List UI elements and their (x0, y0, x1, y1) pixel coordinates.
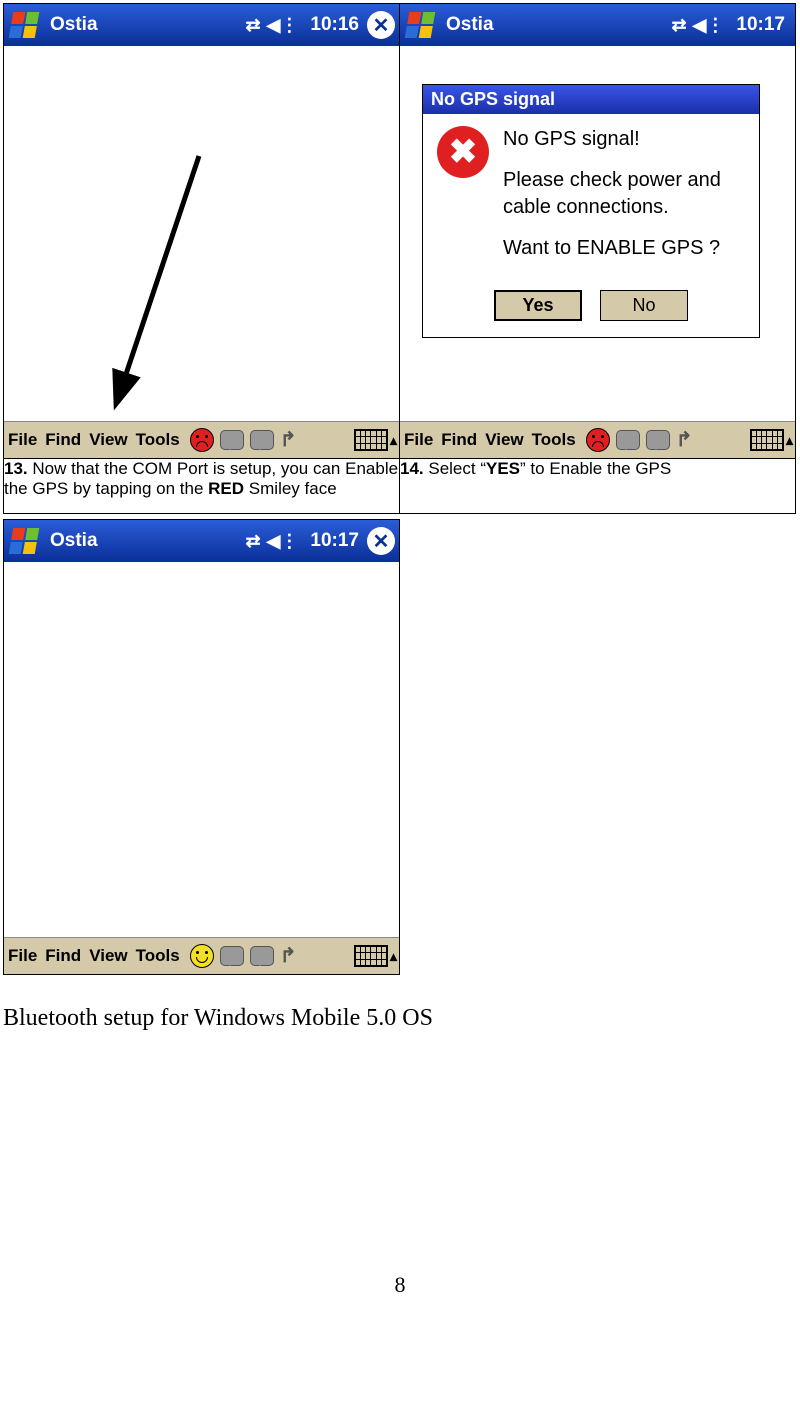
windows-flag-icon[interactable] (404, 8, 440, 42)
volume-icon[interactable]: ◀⋮ (693, 16, 725, 34)
menu-view[interactable]: View (483, 430, 525, 450)
connectivity-icon[interactable]: ⇄ (245, 532, 260, 550)
ppc-titlebar: Ostia ⇄ ◀⋮ 10:17 (400, 4, 795, 46)
menu-find[interactable]: Find (43, 430, 83, 450)
step-13-caption: 13. Now that the COM Port is setup, you … (4, 459, 400, 514)
sip-keyboard-icon[interactable] (750, 429, 784, 451)
pointer-arrow-icon (109, 146, 229, 416)
speech-bubble-icon[interactable] (220, 430, 244, 450)
no-gps-dialog: No GPS signal ✖ No GPS signal! Please ch… (422, 84, 760, 338)
app-title: Ostia (50, 530, 245, 552)
close-icon[interactable]: ✕ (367, 527, 395, 555)
volume-icon[interactable]: ◀⋮ (267, 16, 299, 34)
menu-find[interactable]: Find (439, 430, 479, 450)
speech-bubble-icon[interactable] (250, 430, 274, 450)
gps-status-smiley-icon[interactable] (190, 428, 214, 452)
step-14-caption: 14. Select “YES” to Enable the GPS (400, 459, 796, 514)
menu-tools[interactable]: Tools (134, 946, 182, 966)
app-title: Ostia (446, 14, 671, 36)
bottom-toolbar: File Find View Tools ↱ ▴ (4, 421, 399, 458)
connectivity-icon[interactable]: ⇄ (245, 16, 260, 34)
connectivity-icon[interactable]: ⇄ (671, 16, 686, 34)
volume-icon[interactable]: ◀⋮ (267, 532, 299, 550)
menu-view[interactable]: View (87, 946, 129, 966)
menu-tools[interactable]: Tools (134, 430, 182, 450)
turn-arrow-icon[interactable]: ↱ (676, 430, 696, 450)
menu-view[interactable]: View (87, 430, 129, 450)
close-icon[interactable]: ✕ (367, 11, 395, 39)
step-14-screenshot: Ostia ⇄ ◀⋮ 10:17 No GPS signal ✖ No GPS … (400, 4, 796, 459)
no-button[interactable]: No (600, 290, 688, 321)
clock[interactable]: 10:16 (304, 14, 365, 36)
ppc-titlebar: Ostia ⇄ ◀⋮ 10:16 ✕ (4, 4, 399, 46)
step-15-screenshot: Ostia ⇄ ◀⋮ 10:17 ✕ File Find View Tools … (3, 519, 400, 975)
speech-bubble-icon[interactable] (220, 946, 244, 966)
map-area[interactable] (4, 562, 399, 937)
map-area[interactable]: No GPS signal ✖ No GPS signal! Please ch… (400, 46, 795, 421)
bottom-toolbar: File Find View Tools ↱ ▴ (4, 937, 399, 974)
clock[interactable]: 10:17 (730, 14, 791, 36)
menu-file[interactable]: File (402, 430, 435, 450)
windows-flag-icon[interactable] (8, 524, 44, 558)
menu-file[interactable]: File (6, 430, 39, 450)
clock[interactable]: 10:17 (304, 530, 365, 552)
map-area[interactable] (4, 46, 399, 421)
sip-arrow-icon[interactable]: ▴ (390, 432, 397, 449)
page-number: 8 (0, 1272, 800, 1298)
dialog-message: No GPS signal! Please check power and ca… (503, 126, 745, 276)
windows-flag-icon[interactable] (8, 8, 44, 42)
step-13-screenshot: Ostia ⇄ ◀⋮ 10:16 ✕ File (4, 4, 400, 459)
turn-arrow-icon[interactable]: ↱ (280, 430, 300, 450)
sip-keyboard-icon[interactable] (354, 429, 388, 451)
ppc-titlebar: Ostia ⇄ ◀⋮ 10:17 ✕ (4, 520, 399, 562)
sip-keyboard-icon[interactable] (354, 945, 388, 967)
steps-grid: Ostia ⇄ ◀⋮ 10:16 ✕ File (3, 3, 796, 514)
speech-bubble-icon[interactable] (250, 946, 274, 966)
error-icon: ✖ (437, 126, 489, 178)
speech-bubble-icon[interactable] (616, 430, 640, 450)
turn-arrow-icon[interactable]: ↱ (280, 946, 300, 966)
sip-arrow-icon[interactable]: ▴ (390, 948, 397, 965)
app-title: Ostia (50, 14, 245, 36)
dialog-title: No GPS signal (423, 85, 759, 114)
menu-file[interactable]: File (6, 946, 39, 966)
bottom-toolbar: File Find View Tools ↱ ▴ (400, 421, 795, 458)
speech-bubble-icon[interactable] (646, 430, 670, 450)
gps-status-smiley-icon[interactable] (586, 428, 610, 452)
section-heading: Bluetooth setup for Windows Mobile 5.0 O… (3, 1005, 800, 1032)
gps-status-smiley-icon[interactable] (190, 944, 214, 968)
menu-find[interactable]: Find (43, 946, 83, 966)
sip-arrow-icon[interactable]: ▴ (786, 432, 793, 449)
yes-button[interactable]: Yes (494, 290, 582, 321)
menu-tools[interactable]: Tools (530, 430, 578, 450)
